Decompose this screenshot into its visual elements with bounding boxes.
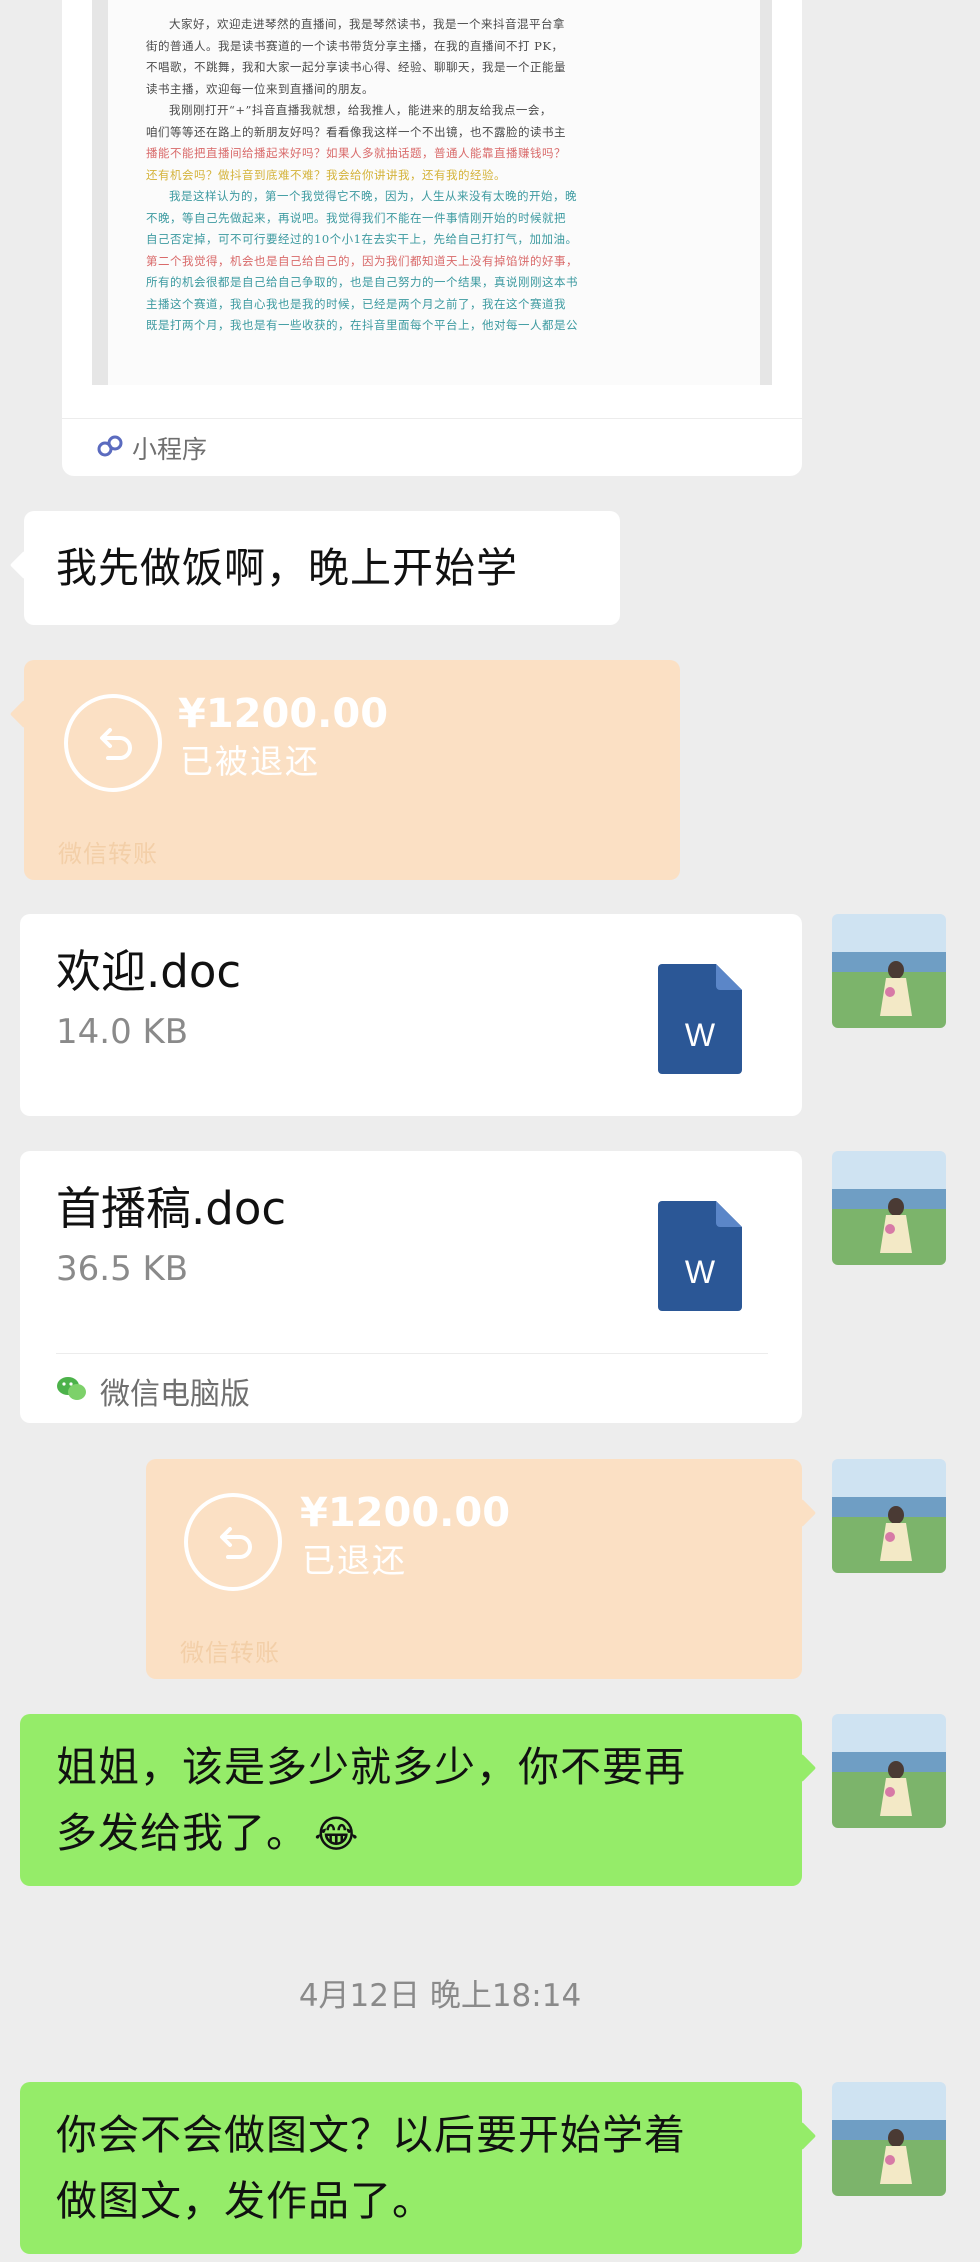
document-preview-line: 所有的机会很都是自己给自己争取的，也是自己努力的一个结果，真说刚刚这本书 [146, 275, 578, 289]
document-preview-line: 我刚刚打开“+”抖音直播我就想，给我推人，能进来的朋友给我点一会， [169, 103, 552, 117]
avatar[interactable] [832, 1459, 946, 1573]
document-preview-line: 读书主播，欢迎每一位来到直播间的朋友。 [146, 81, 374, 96]
document-preview-line: 自己否定掉，可不可行要经过的10个小1在去实干上，先给自己打打气，加加油。 [146, 232, 578, 246]
message-text-line: 姐姐，该是多少就多少，你不要再 [56, 1743, 686, 1791]
transfer-status: 已被退还 [180, 742, 320, 781]
document-preview-line: 街的普通人。我是读书赛道的一个读书带货分享主播，在我的直播间不打 PK， [146, 38, 564, 53]
transfer-card-returned[interactable]: ¥1200.00 已被退还 微信转账 [24, 660, 680, 880]
avatar[interactable] [832, 2082, 946, 2196]
file-message-card[interactable]: 欢迎.doc 14.0 KB W [20, 914, 802, 1116]
document-preview-line: 播能不能把直播间给播起来好吗？如果人多就抽话题，普通人能靠直播赚钱吗？ [146, 146, 566, 160]
incoming-message-bubble[interactable]: 我先做饭啊，晚上开始学 [24, 511, 620, 625]
mini-program-label: 小程序 [132, 435, 208, 464]
transfer-amount: ¥1200.00 [300, 1490, 511, 1536]
file-name: 首播稿.doc [56, 1182, 287, 1235]
document-preview-page: 大家好，欢迎走进琴然的直播间，我是琴然读书，我是一个来抖音混平台拿街的普通人。我… [108, 0, 760, 385]
file-source-label: 微信电脑版 [100, 1377, 250, 1412]
document-preview-line: 第二个我觉得，机会也是自己给自己的，因为我们都知道天上没有掉馅饼的好事， [146, 253, 578, 268]
avatar[interactable] [832, 914, 946, 1028]
chat-timestamp: 4月12日 晚上18:14 [298, 1978, 582, 2014]
file-card-divider [56, 1353, 768, 1354]
document-preview-line: 大家好，欢迎走进琴然的直播间，我是琴然读书，我是一个来抖音混平台拿 [169, 17, 565, 31]
document-preview-line: 不晚，等自己先做起来，再说吧。我觉得我们不能在一件事情刚开始的时候就把 [146, 210, 566, 225]
word-document-icon: W [658, 964, 742, 1074]
return-icon [64, 694, 162, 792]
message-text: 我先做饭啊，晚上开始学 [56, 544, 518, 592]
file-size: 14.0 KB [56, 1012, 189, 1052]
document-preview-line: 主播这个赛道，我自心我也是我的时候，已经是两个月之前了，我在这个赛道我 [146, 296, 566, 311]
transfer-card-returned[interactable]: ¥1200.00 已退还 微信转账 [146, 1459, 802, 1679]
mini-program-footer: 小程序 [96, 428, 207, 468]
file-message-card[interactable]: 首播稿.doc 36.5 KB W 微信电脑版 [20, 1151, 802, 1423]
svg-text:W: W [685, 1254, 716, 1290]
message-text-line: 多发给我了。 [56, 1809, 308, 1857]
document-preview-line: 既是打两个月，我也是有一些收获的，在抖音里面每个平台上，他对每一人都是公 [146, 318, 578, 332]
avatar[interactable] [832, 1151, 946, 1265]
transfer-amount: ¥1200.00 [178, 691, 389, 737]
transfer-label: 微信转账 [180, 1639, 280, 1667]
file-name: 欢迎.doc [56, 945, 242, 998]
wechat-pc-icon [56, 1375, 88, 1407]
document-preview-line: 不唱歌，不跳舞，我和大家一起分享读书心得、经验、聊聊天，我是一个正能量 [146, 60, 566, 74]
document-preview-line: 我是这样认为的，第一个我觉得它不晚，因为，人生从来没有太晚的开始，晚 [169, 189, 577, 203]
avatar[interactable] [832, 1714, 946, 1828]
mini-program-icon [96, 432, 124, 464]
document-preview-line: 咱们等等还在路上的新朋友好吗？看看像我这样一个不出镜，也不露脸的读书主 [146, 124, 566, 139]
file-size: 36.5 KB [56, 1249, 189, 1289]
message-text-line: 做图文，发作品了。 [56, 2177, 434, 2225]
outgoing-message-bubble[interactable]: 姐姐，该是多少就多少，你不要再 多发给我了。 😂 [20, 1714, 802, 1886]
card-divider [62, 418, 802, 419]
message-text-line: 多发给我了。 😂 [56, 1800, 802, 1867]
message-text-line: 你会不会做图文？以后要开始学着 [56, 2111, 686, 2159]
outgoing-message-bubble[interactable]: 你会不会做图文？以后要开始学着 做图文，发作品了。 [20, 2082, 802, 2254]
word-document-icon: W [658, 1201, 742, 1311]
svg-text:W: W [685, 1017, 716, 1053]
file-source-row: 微信电脑版 [56, 1369, 250, 1413]
transfer-status: 已退还 [302, 1541, 407, 1580]
tears-of-joy-emoji-icon: 😂 [314, 1812, 360, 1856]
document-preview-line: 还有机会吗？做抖音到底难不难？我会给你讲讲我，还有我的经验。 [146, 167, 506, 182]
return-icon [184, 1493, 282, 1591]
transfer-label: 微信转账 [58, 840, 158, 868]
